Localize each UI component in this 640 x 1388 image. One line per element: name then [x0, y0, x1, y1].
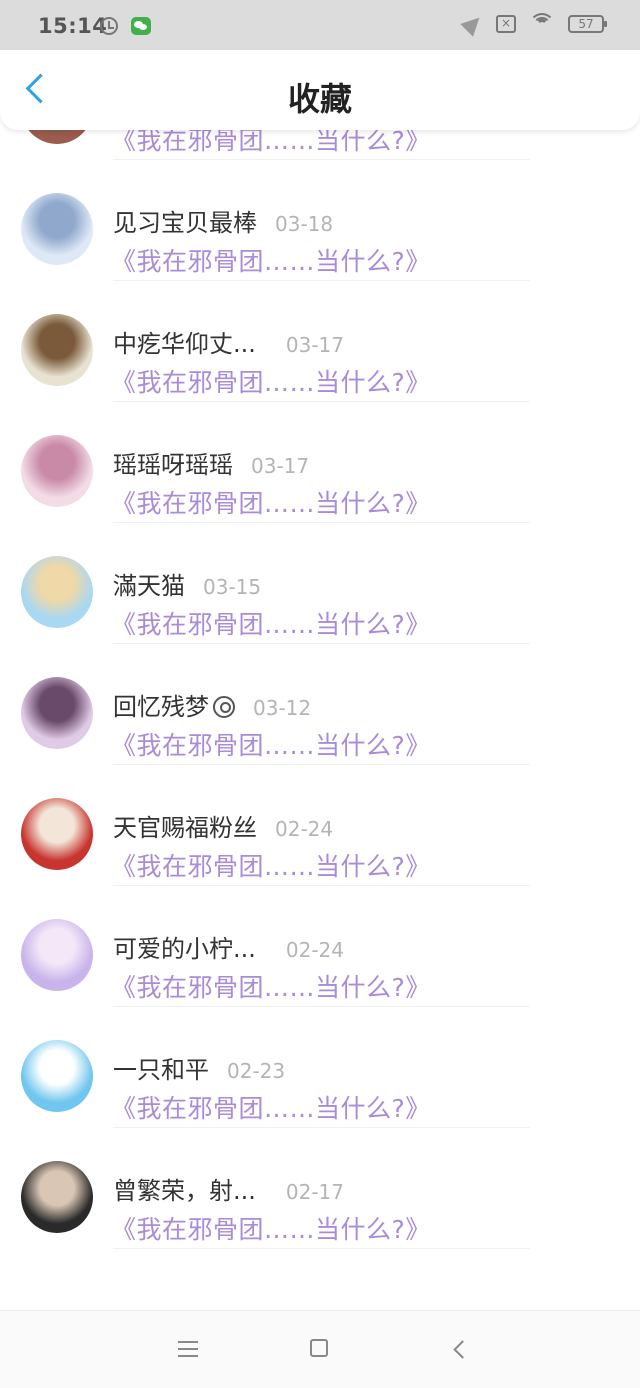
date-label: 03-17: [285, 333, 345, 357]
row-divider: [113, 885, 530, 886]
book-title-link[interactable]: 《我在邪骨团……当什么?》: [111, 484, 431, 520]
list-item[interactable]: 曾繁荣，射... 02-17 《我在邪骨团……当什么?》: [0, 1129, 640, 1249]
book-title-link[interactable]: 《我在邪骨团……当什么?》: [111, 726, 431, 762]
row-divider: [113, 401, 530, 402]
book-title-link[interactable]: 《我在邪骨团……当什么?》: [111, 1210, 431, 1246]
avatar[interactable]: [21, 314, 93, 386]
user-name[interactable]: 一只和平: [113, 1050, 209, 1085]
row-divider: [113, 1127, 530, 1128]
avatar[interactable]: [21, 556, 93, 628]
date-label: 03-18: [275, 212, 334, 236]
user-name[interactable]: 天官赐福粉丝: [113, 808, 257, 843]
avatar[interactable]: [21, 193, 93, 265]
list-item[interactable]: 滿天猫 03-15 《我在邪骨团……当什么?》: [0, 524, 640, 644]
no-sim-icon: ×: [496, 15, 516, 33]
name-line: 曾繁荣，射... 02-17: [113, 1171, 344, 1206]
row-divider: [113, 1006, 530, 1007]
status-time: 15:14: [38, 14, 108, 38]
wechat-icon: [131, 17, 151, 35]
date-label: 02-17: [285, 1180, 345, 1204]
avatar[interactable]: [21, 798, 93, 870]
date-label: 02-24: [275, 817, 334, 841]
list-item[interactable]: 一只和平 02-23 《我在邪骨团……当什么?》: [0, 1008, 640, 1128]
book-title-link[interactable]: 《我在邪骨团……当什么?》: [111, 363, 431, 399]
avatar[interactable]: [21, 130, 93, 144]
book-title-link[interactable]: 《我在邪骨团……当什么?》: [111, 130, 431, 157]
name-line: 天官赐福粉丝 02-24: [113, 808, 333, 843]
date-label: 03-12: [253, 696, 312, 720]
book-title-link[interactable]: 《我在邪骨团……当什么?》: [111, 242, 431, 278]
row-divider: [113, 522, 530, 523]
name-line: 可爱的小柠... 02-24: [113, 929, 344, 964]
name-line: 滿天猫 03-15: [113, 566, 261, 601]
user-name[interactable]: 滿天猫: [113, 566, 185, 601]
system-nav-bar: [0, 1310, 640, 1388]
date-label: 03-15: [203, 575, 262, 599]
user-badge-icon: [213, 696, 235, 718]
list-item[interactable]: 天官赐福粉丝 02-24 《我在邪骨团……当什么?》: [0, 766, 640, 886]
user-name[interactable]: 回忆残梦: [113, 687, 209, 722]
book-title-link[interactable]: 《我在邪骨团……当什么?》: [111, 968, 431, 1004]
date-label: 02-23: [227, 1059, 286, 1083]
user-name[interactable]: 瑶瑶呀瑶瑶: [113, 445, 233, 480]
list-item[interactable]: 可爱的小柠... 02-24 《我在邪骨团……当什么?》: [0, 887, 640, 1007]
user-name[interactable]: 可爱的小柠...: [113, 929, 256, 964]
user-name[interactable]: 见习宝贝最棒: [113, 203, 257, 238]
row-divider: [113, 764, 530, 765]
avatar[interactable]: [21, 1040, 93, 1112]
row-divider: [113, 1248, 530, 1249]
list-item[interactable]: 见习宝贝最棒 03-18 《我在邪骨团……当什么?》: [0, 161, 640, 281]
location-icon: [460, 11, 486, 37]
list-item[interactable]: 瑶瑶呀瑶瑶 03-17 《我在邪骨团……当什么?》: [0, 403, 640, 523]
battery-icon: 57: [568, 15, 607, 33]
page-title: 收藏: [287, 80, 352, 118]
name-line: 一只和平 02-23: [113, 1050, 285, 1085]
avatar[interactable]: [21, 677, 93, 749]
wifi-icon: [529, 13, 555, 33]
list-item[interactable]: 《我在邪骨团……当什么?》: [0, 130, 640, 160]
date-label: 03-17: [251, 454, 310, 478]
row-divider: [113, 159, 530, 160]
nav-header: 收藏: [0, 48, 640, 130]
name-line: 瑶瑶呀瑶瑶 03-17: [113, 445, 309, 480]
menu-icon[interactable]: [178, 1341, 198, 1357]
back-arrow-icon[interactable]: [452, 1341, 466, 1355]
user-name[interactable]: 中疙华仰丈...: [113, 324, 256, 359]
favorites-list[interactable]: 《我在邪骨团……当什么?》 见习宝贝最棒 03-18 《我在邪骨团……当什么?》 中疙华…: [0, 130, 640, 1310]
row-divider: [113, 643, 530, 644]
list-item[interactable]: 中疙华仰丈... 03-17 《我在邪骨团……当什么?》: [0, 282, 640, 402]
book-title-link[interactable]: 《我在邪骨团……当什么?》: [111, 605, 431, 641]
book-title-link[interactable]: 《我在邪骨团……当什么?》: [111, 1089, 431, 1125]
avatar[interactable]: [21, 919, 93, 991]
list-item[interactable]: 回忆残梦 03-12 《我在邪骨团……当什么?》: [0, 645, 640, 765]
user-name[interactable]: 曾繁荣，射...: [113, 1171, 256, 1206]
name-line: 回忆残梦 03-12: [113, 687, 311, 722]
date-label: 02-24: [285, 938, 345, 962]
status-icons: × 57: [460, 11, 607, 37]
avatar[interactable]: [21, 1161, 93, 1233]
status-bar: 15:14 × 57: [0, 0, 640, 50]
name-line: 中疙华仰丈... 03-17: [113, 324, 344, 359]
home-square-icon[interactable]: [310, 1339, 328, 1357]
book-title-link[interactable]: 《我在邪骨团……当什么?》: [111, 847, 431, 883]
name-line: 见习宝贝最棒 03-18: [113, 203, 333, 238]
row-divider: [113, 280, 530, 281]
alarm-icon: [100, 17, 118, 35]
avatar[interactable]: [21, 435, 93, 507]
